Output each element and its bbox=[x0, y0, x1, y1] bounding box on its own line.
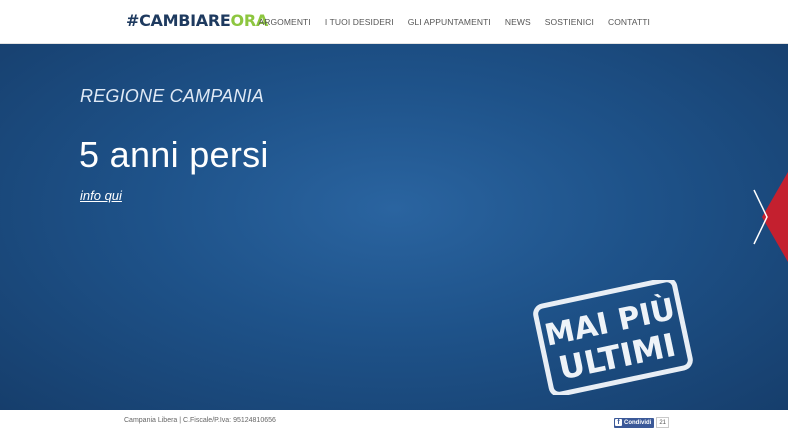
logo-cambiare: CAMBIARE bbox=[139, 11, 231, 30]
facebook-share-button[interactable]: f Condividi bbox=[614, 417, 655, 428]
site-header: #CAMBIAREORA ARGOMENTI I TUOI DESIDERI G… bbox=[0, 0, 788, 44]
hero-region: REGIONE CAMPANIA bbox=[80, 86, 264, 106]
site-logo[interactable]: #CAMBIAREORA bbox=[126, 11, 268, 31]
share-count: 21 bbox=[656, 417, 670, 428]
hero-slider: REGIONE CAMPANIA 5 anni persi info qui M… bbox=[0, 44, 788, 410]
chevron-right-icon bbox=[753, 172, 788, 262]
logo-hash: # bbox=[126, 11, 140, 30]
nav-item-contatti[interactable]: CONTATTI bbox=[608, 17, 650, 27]
site-footer: Campania Libera | C.Fiscale/P.Iva: 95124… bbox=[0, 410, 788, 433]
nav-item-sostienici[interactable]: SOSTIENICI bbox=[545, 17, 594, 27]
footer-copyright: Campania Libera | C.Fiscale/P.Iva: 95124… bbox=[124, 417, 276, 424]
main-nav: ARGOMENTI I TUOI DESIDERI GLI APPUNTAMEN… bbox=[258, 0, 650, 44]
facebook-icon: f bbox=[615, 419, 622, 426]
nav-item-desideri[interactable]: I TUOI DESIDERI bbox=[325, 17, 394, 27]
nav-item-appuntamenti[interactable]: GLI APPUNTAMENTI bbox=[408, 17, 491, 27]
facebook-share: f Condividi 21 bbox=[614, 417, 670, 428]
share-label: Condividi bbox=[624, 419, 652, 426]
mai-piu-ultimi-stamp: MAI PIÙ ULTIMI bbox=[532, 277, 694, 397]
slider-next-button[interactable] bbox=[748, 172, 788, 262]
hero-info-link[interactable]: info qui bbox=[80, 188, 122, 203]
nav-item-argomenti[interactable]: ARGOMENTI bbox=[258, 17, 310, 27]
hero-headline: 5 anni persi bbox=[79, 134, 269, 175]
nav-item-news[interactable]: NEWS bbox=[505, 17, 531, 27]
